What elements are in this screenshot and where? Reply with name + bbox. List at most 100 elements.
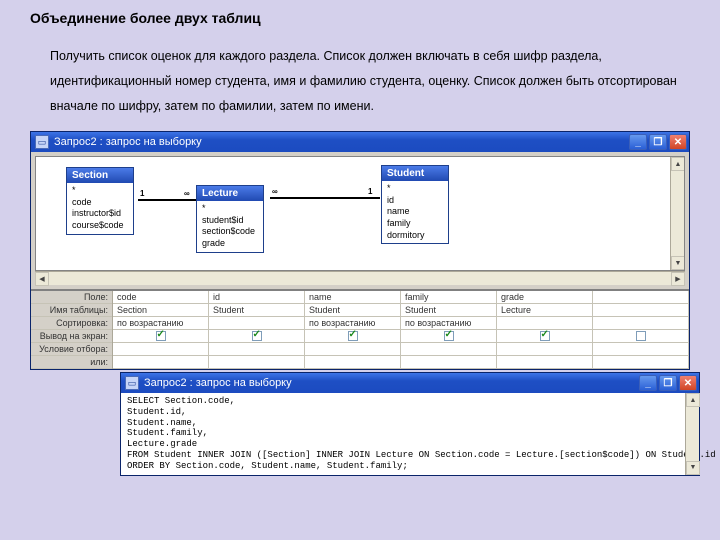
field-item[interactable]: * <box>202 203 258 215</box>
qbe-column[interactable]: familyStudentпо возрастанию <box>401 291 497 369</box>
qbe-cell[interactable] <box>305 356 400 369</box>
sql-text-area[interactable]: SELECT Section.code,Student.id,Student.n… <box>121 393 699 475</box>
join-one-label-2: 1 <box>368 187 372 196</box>
titlebar[interactable]: ▭ Запрос2 : запрос на выборку _ ❐ ✕ <box>31 132 689 152</box>
checkbox[interactable] <box>156 331 166 341</box>
field-item[interactable]: section$code <box>202 226 258 238</box>
qbe-cell[interactable] <box>497 343 592 356</box>
qbe-cell[interactable] <box>401 356 496 369</box>
minimize-button[interactable]: _ <box>629 134 647 150</box>
query-sql-window: ▭ Запрос2 : запрос на выборку _ ❐ ✕ SELE… <box>120 372 700 476</box>
qbe-cell[interactable]: Student <box>401 304 496 317</box>
field-item[interactable]: instructor$id <box>72 208 128 220</box>
qbe-cell[interactable] <box>209 343 304 356</box>
field-item[interactable]: * <box>72 185 128 197</box>
sql-line: Student.family, <box>127 428 693 439</box>
row-label: Имя таблицы: <box>31 304 112 317</box>
qbe-cell[interactable] <box>401 343 496 356</box>
checkbox[interactable] <box>252 331 262 341</box>
close-button[interactable]: ✕ <box>669 134 687 150</box>
qbe-cell[interactable]: code <box>113 291 208 304</box>
qbe-cell[interactable]: по возрастанию <box>401 317 496 330</box>
qbe-column[interactable] <box>593 291 689 369</box>
row-label: Вывод на экран: <box>31 330 112 343</box>
qbe-column[interactable]: nameStudentпо возрастанию <box>305 291 401 369</box>
table-box-section[interactable]: Section * code instructor$id course$code <box>66 167 134 235</box>
minimize-button[interactable]: _ <box>639 375 657 391</box>
qbe-cell[interactable] <box>593 356 688 369</box>
page-heading: Объединение более двух таблиц <box>30 10 690 26</box>
relationship-diagram[interactable]: 1 ∞ ∞ 1 Section * code instructor$id cou… <box>35 156 685 271</box>
scroll-up-icon[interactable]: ▲ <box>686 393 700 407</box>
field-item[interactable]: student$id <box>202 215 258 227</box>
field-item[interactable]: family <box>387 218 443 230</box>
qbe-cell[interactable] <box>113 343 208 356</box>
qbe-cell[interactable] <box>305 343 400 356</box>
join-one-label: 1 <box>140 189 144 198</box>
qbe-cell[interactable]: по возрастанию <box>113 317 208 330</box>
field-item[interactable]: course$code <box>72 220 128 232</box>
scroll-down-icon[interactable]: ▼ <box>671 256 685 270</box>
qbe-cell[interactable] <box>497 356 592 369</box>
show-checkbox-cell[interactable] <box>401 330 496 343</box>
field-item[interactable]: dormitory <box>387 230 443 242</box>
qbe-cell[interactable] <box>593 291 688 304</box>
field-item[interactable]: grade <box>202 238 258 250</box>
window-title: Запрос2 : запрос на выборку <box>54 136 629 148</box>
sql-line: Student.name, <box>127 418 693 429</box>
query-design-window: ▭ Запрос2 : запрос на выборку _ ❐ ✕ 1 ∞ … <box>30 131 690 370</box>
qbe-cell[interactable] <box>593 304 688 317</box>
vertical-scrollbar[interactable]: ▲ ▼ <box>685 393 699 475</box>
table-box-student[interactable]: Student * id name family dormitory <box>381 165 449 244</box>
qbe-cell[interactable] <box>593 317 688 330</box>
app-icon: ▭ <box>35 135 49 149</box>
sql-line: ORDER BY Section.code, Student.name, Stu… <box>127 461 693 472</box>
qbe-cell[interactable]: grade <box>497 291 592 304</box>
field-item[interactable]: name <box>387 206 443 218</box>
page-description: Получить список оценок для каждого разде… <box>30 44 690 119</box>
close-button[interactable]: ✕ <box>679 375 697 391</box>
field-item[interactable]: id <box>387 195 443 207</box>
qbe-column[interactable]: gradeLecture <box>497 291 593 369</box>
qbe-cell[interactable]: id <box>209 291 304 304</box>
qbe-cell[interactable]: Student <box>305 304 400 317</box>
scroll-left-icon[interactable]: ◀ <box>35 272 49 286</box>
qbe-cell[interactable]: Lecture <box>497 304 592 317</box>
qbe-cell[interactable]: Student <box>209 304 304 317</box>
checkbox[interactable] <box>348 331 358 341</box>
field-item[interactable]: * <box>387 183 443 195</box>
sql-line: SELECT Section.code, <box>127 396 693 407</box>
field-item[interactable]: code <box>72 197 128 209</box>
qbe-cell[interactable] <box>209 356 304 369</box>
show-checkbox-cell[interactable] <box>497 330 592 343</box>
show-checkbox-cell[interactable] <box>113 330 208 343</box>
maximize-button[interactable]: ❐ <box>649 134 667 150</box>
qbe-cell[interactable]: по возрастанию <box>305 317 400 330</box>
maximize-button[interactable]: ❐ <box>659 375 677 391</box>
qbe-cell[interactable] <box>113 356 208 369</box>
qbe-cell[interactable]: Section <box>113 304 208 317</box>
table-box-lecture[interactable]: Lecture * student$id section$code grade <box>196 185 264 253</box>
scroll-down-icon[interactable]: ▼ <box>686 461 700 475</box>
qbe-cell[interactable]: name <box>305 291 400 304</box>
app-icon: ▭ <box>125 376 139 390</box>
show-checkbox-cell[interactable] <box>209 330 304 343</box>
checkbox[interactable] <box>636 331 646 341</box>
show-checkbox-cell[interactable] <box>593 330 688 343</box>
horizontal-scrollbar[interactable]: ◀ ▶ <box>35 271 685 285</box>
checkbox[interactable] <box>444 331 454 341</box>
qbe-cell[interactable] <box>593 343 688 356</box>
qbe-column[interactable]: idStudent <box>209 291 305 369</box>
scroll-up-icon[interactable]: ▲ <box>671 157 685 171</box>
qbe-cell[interactable] <box>497 317 592 330</box>
qbe-cell[interactable] <box>209 317 304 330</box>
show-checkbox-cell[interactable] <box>305 330 400 343</box>
qbe-column[interactable]: codeSectionпо возрастанию <box>113 291 209 369</box>
checkbox[interactable] <box>540 331 550 341</box>
titlebar[interactable]: ▭ Запрос2 : запрос на выборку _ ❐ ✕ <box>121 373 699 393</box>
qbe-grid[interactable]: Поле: Имя таблицы: Сортировка: Вывод на … <box>31 289 689 369</box>
scroll-right-icon[interactable]: ▶ <box>671 272 685 286</box>
sql-line: FROM Student INNER JOIN ([Section] INNER… <box>127 450 693 461</box>
qbe-cell[interactable]: family <box>401 291 496 304</box>
vertical-scrollbar[interactable]: ▲ ▼ <box>670 157 684 270</box>
